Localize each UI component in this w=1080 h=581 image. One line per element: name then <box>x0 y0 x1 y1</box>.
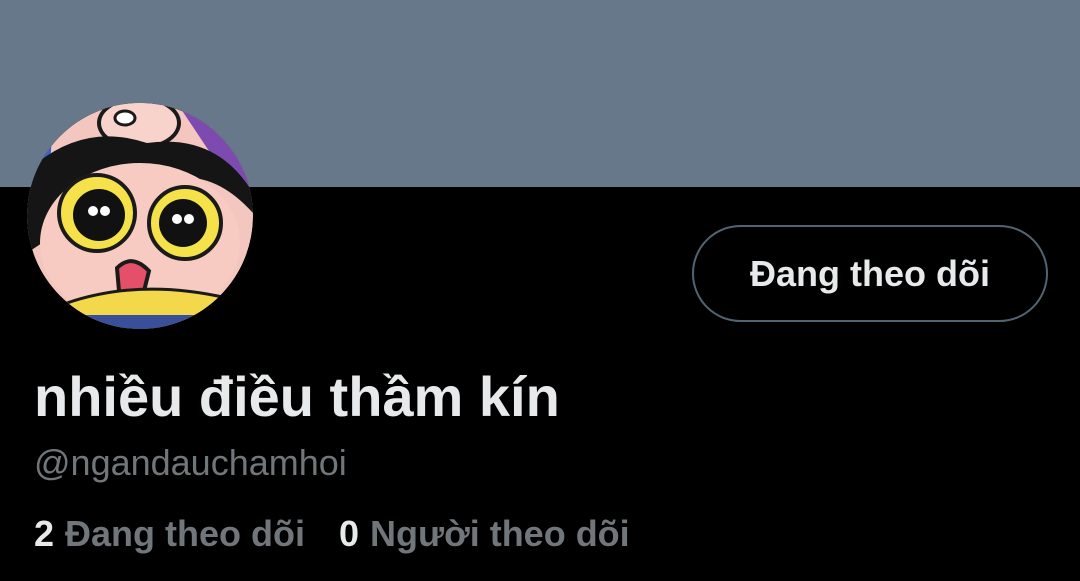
following-count: 2 <box>34 513 55 554</box>
cartoon-girl-avatar-icon <box>27 103 253 329</box>
profile-avatar[interactable] <box>27 103 253 329</box>
profile-stats: 2 Đang theo dõi 0 Người theo dõi <box>34 510 630 558</box>
profile-page: Đang theo dõi nhiều điều thầm kín @ngand… <box>0 0 1080 581</box>
display-name: nhiều điều thầm kín <box>34 365 560 428</box>
following-stat-link[interactable]: 2 Đang theo dõi <box>34 510 305 558</box>
following-button[interactable]: Đang theo dõi <box>692 225 1048 322</box>
following-label: Đang theo dõi <box>65 513 306 554</box>
user-handle: @ngandauchamhoi <box>34 442 347 483</box>
followers-label: Người theo dõi <box>370 513 630 554</box>
followers-count: 0 <box>339 513 360 554</box>
followers-stat-link[interactable]: 0 Người theo dõi <box>339 510 630 558</box>
